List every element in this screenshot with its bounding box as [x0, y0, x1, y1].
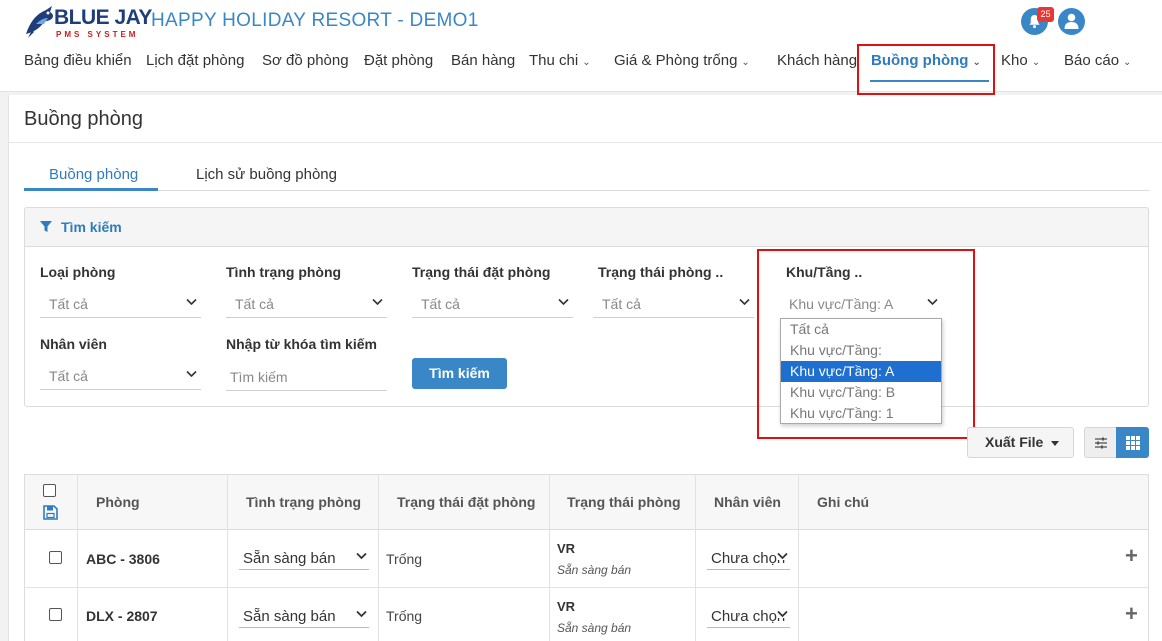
column-divider — [378, 474, 379, 641]
user-icon — [1064, 13, 1079, 29]
chevron-down-icon — [777, 610, 788, 618]
chevron-down-icon: ⌄ — [1031, 57, 1041, 68]
booking-status-select[interactable]: Tất cả — [412, 292, 573, 318]
keyword-label: Nhập từ khóa tìm kiếm — [226, 336, 377, 352]
row-divider — [24, 587, 1149, 588]
add-note-icon[interactable]: + — [1125, 545, 1138, 567]
chevron-down-icon: ⌄ — [1123, 57, 1132, 68]
room-status-code: VR — [557, 599, 576, 614]
room-condition-select[interactable]: Sẵn sàng bán — [239, 606, 369, 628]
nav-reports[interactable]: Báo cáo ⌄ — [1064, 52, 1131, 69]
room-condition-select[interactable]: Tất cả — [226, 292, 387, 318]
staff-select[interactable]: Tất cả — [40, 364, 201, 390]
chevron-down-icon: ⌄ — [582, 57, 591, 68]
column-divider — [695, 474, 696, 641]
nav-customers[interactable]: Khách hàng — [777, 52, 857, 69]
column-divider — [549, 474, 550, 641]
booking-status-label: Trạng thái đặt phòng — [412, 264, 551, 280]
app-title: HAPPY HOLIDAY RESORT - DEMO1 — [151, 10, 479, 31]
booking-status-value: Trống — [386, 551, 423, 567]
highlight-box-filter — [757, 249, 975, 439]
nav-booking[interactable]: Đặt phòng — [364, 52, 433, 69]
column-divider — [798, 474, 799, 641]
chevron-down-icon — [356, 552, 367, 560]
column-divider — [77, 474, 78, 641]
search-panel-header[interactable] — [24, 207, 1149, 247]
column-settings-button[interactable] — [1084, 427, 1117, 458]
grid-icon — [1126, 436, 1140, 450]
select-all-checkbox[interactable] — [43, 484, 56, 497]
row-checkbox[interactable] — [49, 551, 62, 564]
staff-label: Nhân viên — [40, 336, 107, 352]
caret-down-icon — [1051, 440, 1060, 446]
save-icon[interactable] — [43, 505, 58, 520]
chevron-down-icon — [777, 552, 788, 560]
room-status-text: Sẵn sàng bán — [557, 563, 632, 577]
chevron-down-icon — [558, 298, 569, 306]
staff-select[interactable]: Chưa chọn — [707, 606, 790, 628]
chevron-down-icon — [186, 298, 197, 306]
user-avatar-button[interactable] — [1058, 8, 1085, 35]
room-status-label: Trạng thái phòng .. — [598, 264, 724, 280]
room-type-label: Loại phòng — [40, 264, 116, 280]
room-status-text: Sẵn sàng bán — [557, 621, 632, 635]
grid-view-button[interactable] — [1116, 427, 1149, 458]
keyword-input[interactable] — [226, 365, 387, 389]
tab-housekeeping-history[interactable]: Lịch sử buồng phòng — [196, 166, 337, 183]
add-note-icon[interactable]: + — [1125, 603, 1138, 625]
nav-room-map[interactable]: Sơ đồ phòng — [262, 52, 349, 69]
column-divider — [227, 474, 228, 641]
tab-housekeeping[interactable]: Buồng phòng — [49, 166, 138, 183]
blue-jay-bird-icon — [26, 6, 53, 38]
column-header-room[interactable]: Phòng — [96, 494, 140, 510]
highlight-box-nav — [857, 44, 995, 95]
nav-booking-calendar[interactable]: Lịch đặt phòng — [146, 52, 244, 69]
chevron-down-icon: ⌄ — [741, 57, 750, 68]
column-header-booking-status[interactable]: Trạng thái đặt phòng — [397, 494, 535, 510]
room-name: DLX - 2807 — [86, 608, 158, 624]
brand-name: BLUE JAY — [54, 6, 152, 29]
staff-select[interactable]: Chưa chọn — [707, 548, 790, 570]
room-condition-select[interactable]: Sẵn sàng bán — [239, 548, 369, 570]
column-header-room-condition[interactable]: Tình trạng phòng — [246, 494, 361, 510]
room-status-code: VR — [557, 541, 576, 556]
search-button[interactable]: Tìm kiếm — [412, 358, 507, 389]
divider — [8, 142, 1162, 143]
search-panel-title: Tìm kiếm — [61, 219, 122, 235]
nav-dashboard[interactable]: Bảng điều khiển — [24, 52, 132, 69]
brand-subtitle: PMS SYSTEM — [56, 30, 139, 39]
nav-sales[interactable]: Bán hàng — [451, 52, 515, 69]
chevron-down-icon — [372, 298, 383, 306]
tabs-divider — [24, 190, 1150, 191]
notification-badge: 25 — [1037, 7, 1054, 22]
column-header-room-status[interactable]: Trạng thái phòng — [567, 494, 681, 510]
room-condition-label: Tình trạng phòng — [226, 264, 342, 280]
nav-price-availability[interactable]: Giá & Phòng trống ⌄ — [614, 52, 750, 69]
room-name: ABC - 3806 — [86, 551, 160, 567]
export-file-button[interactable]: Xuất File — [967, 427, 1074, 458]
nav-income-expense[interactable]: Thu chi ⌄ — [529, 52, 591, 69]
chevron-down-icon — [356, 610, 367, 618]
room-type-select[interactable]: Tất cả — [40, 292, 201, 318]
active-tab-indicator — [24, 188, 158, 191]
chevron-down-icon — [186, 370, 197, 378]
sliders-icon — [1095, 437, 1107, 449]
brand-logo[interactable]: BLUE JAY PMS SYSTEM — [22, 4, 152, 44]
column-header-staff[interactable]: Nhân viên — [714, 494, 781, 510]
page-title: Buồng phòng — [24, 108, 144, 130]
room-status-select[interactable]: Tất cả — [593, 292, 754, 318]
column-header-note[interactable]: Ghi chú — [817, 494, 869, 510]
row-checkbox[interactable] — [49, 608, 62, 621]
nav-warehouse[interactable]: Kho ⌄ — [1001, 52, 1040, 69]
filter-icon — [40, 221, 52, 232]
keyword-field — [226, 365, 387, 391]
booking-status-value: Trống — [386, 608, 423, 624]
chevron-down-icon — [739, 298, 750, 306]
